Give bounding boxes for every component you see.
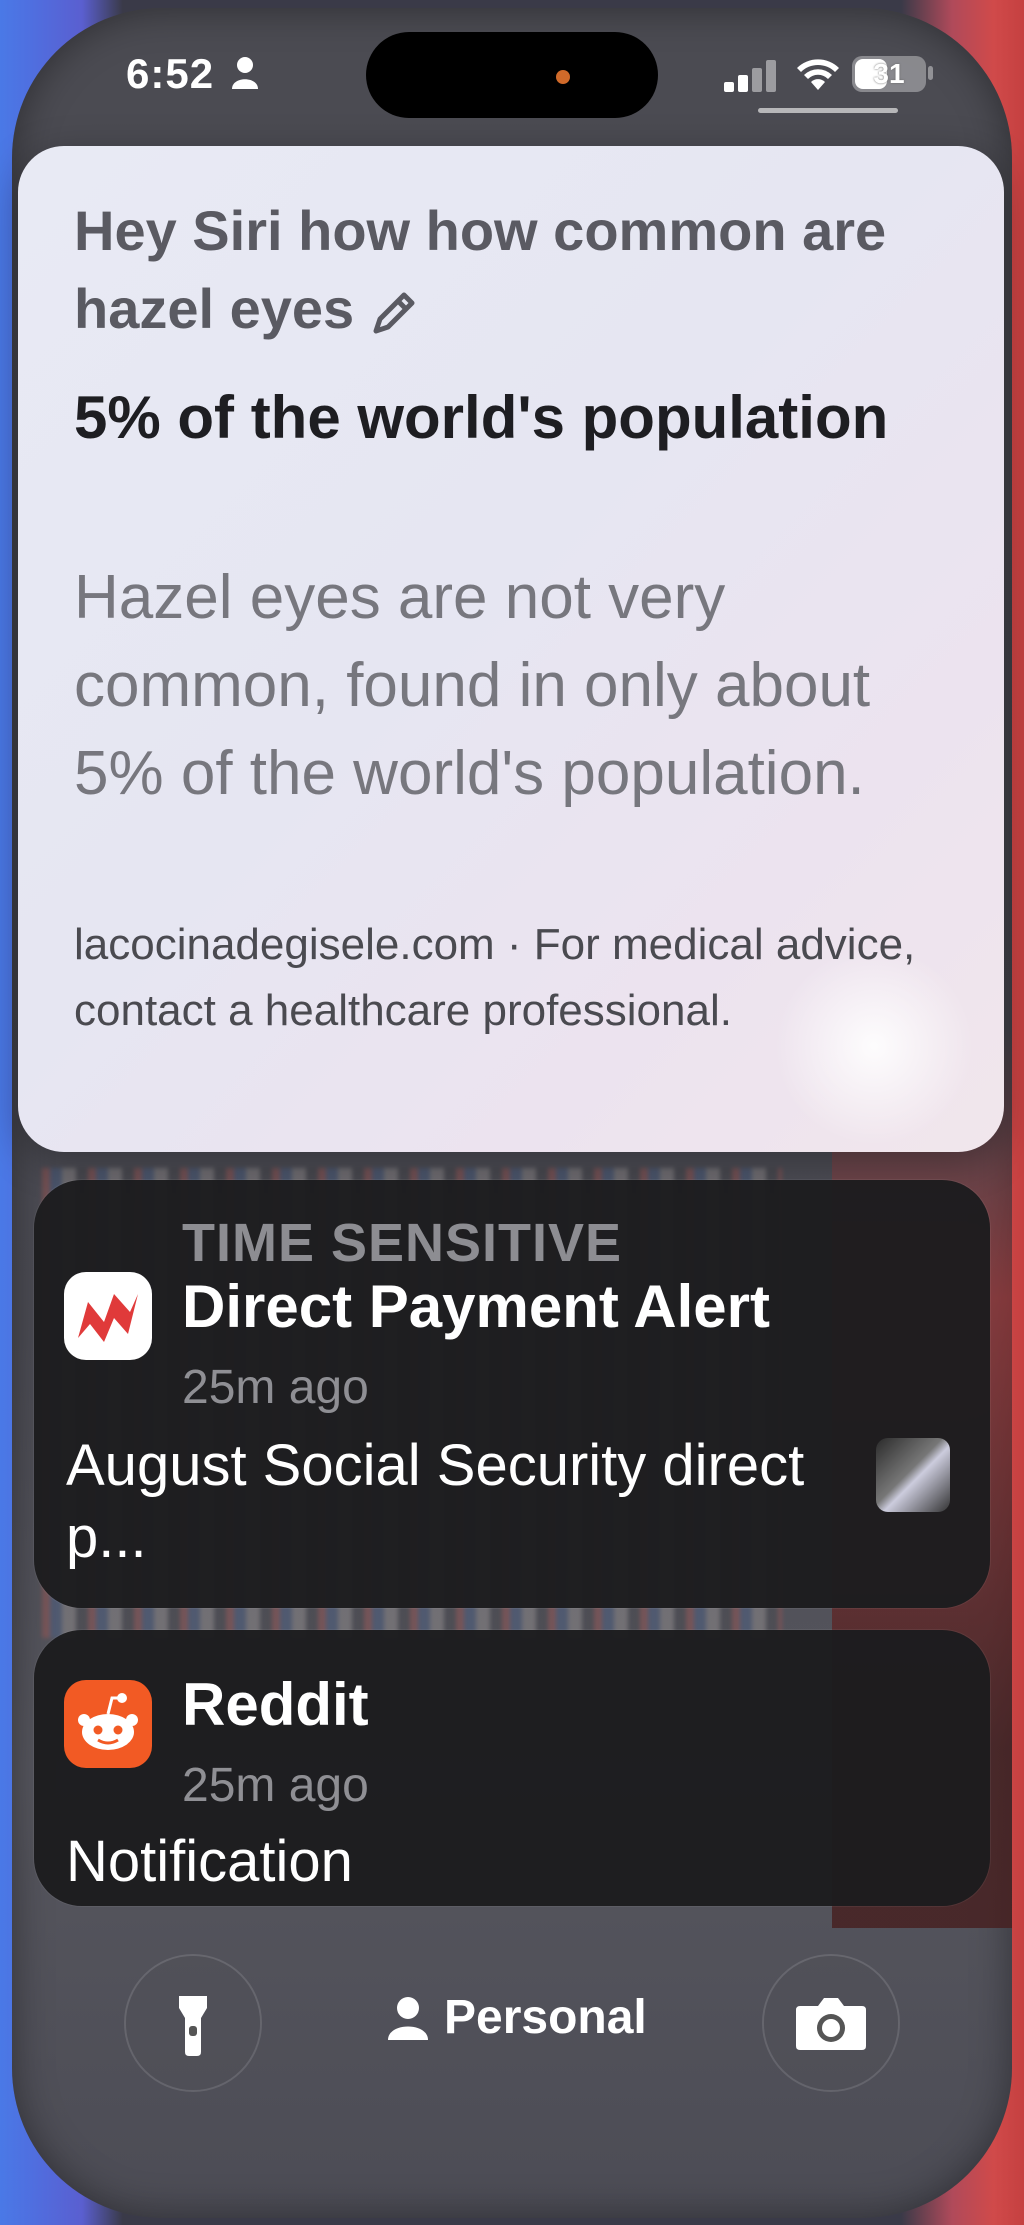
cellular-signal-icon: [724, 60, 776, 92]
notification-reddit[interactable]: Reddit 25m ago Notification: [34, 1630, 990, 1906]
flashlight-icon: [179, 1996, 207, 2056]
time-sensitive-label: TIME SENSITIVE: [182, 1213, 623, 1273]
focus-mode-indicator[interactable]: Personal: [388, 1990, 647, 2045]
battery-tip: [928, 66, 933, 80]
pencil-icon[interactable]: [368, 287, 420, 339]
siri-answer-card[interactable]: Hey Siri how how common are hazel eyes 5…: [18, 146, 1004, 1152]
siri-source[interactable]: lacocinadegisele.com · For medical advic…: [74, 912, 954, 1044]
notification-thumbnail: [876, 1438, 950, 1512]
focus-mode-label: Personal: [444, 1991, 647, 2044]
status-bar: 6:52 31: [0, 0, 1024, 120]
notification-title: Reddit: [182, 1671, 369, 1738]
camera-indicator-dot: [556, 70, 570, 84]
notification-title: Direct Payment Alert: [182, 1273, 770, 1340]
camera-icon: [796, 1998, 866, 2050]
notification-direct-payment-alert[interactable]: TIME SENSITIVE Direct Payment Alert 25m …: [34, 1180, 990, 1608]
notification-time: 25m ago: [182, 1361, 369, 1414]
person-icon: [388, 1996, 428, 2040]
reddit-app-icon: [64, 1680, 152, 1768]
notification-body: Notification: [66, 1829, 353, 1894]
dynamic-island: [366, 32, 658, 118]
siri-answer-detail: Hazel eyes are not very common, found in…: [74, 563, 871, 808]
siri-answer: 5% of the world's population: [74, 384, 889, 451]
status-time: 6:52: [126, 50, 215, 97]
siri-query-text: Hey Siri how how common are hazel eyes: [74, 199, 887, 340]
battery-icon: 31: [852, 56, 926, 92]
notification-time: 25m ago: [182, 1759, 369, 1812]
direct-payment-alert-app-icon: [64, 1272, 152, 1360]
camera-button[interactable]: [764, 1956, 898, 2090]
notification-body: August Social Security direct p...: [66, 1433, 805, 1570]
status-indicator-line: [758, 108, 898, 113]
person-icon: [232, 57, 258, 89]
wifi-icon: [797, 59, 839, 90]
flashlight-button[interactable]: [126, 1956, 260, 2090]
siri-query[interactable]: Hey Siri how how common are hazel eyes: [74, 192, 934, 348]
battery-level: 31: [873, 58, 905, 89]
